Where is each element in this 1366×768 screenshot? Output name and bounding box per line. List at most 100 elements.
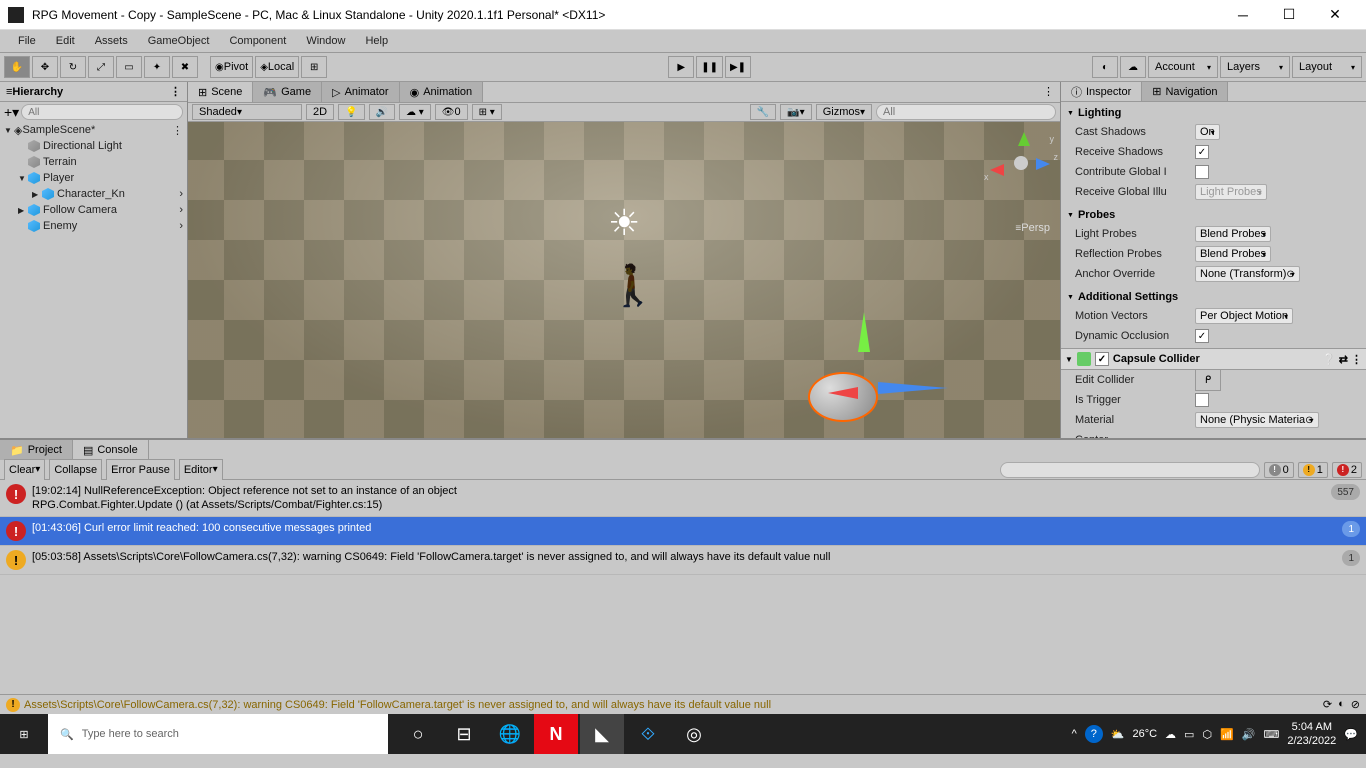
weather-icon[interactable]: ⛅ (1111, 728, 1125, 741)
status-icon[interactable]: ⊘ (1351, 698, 1360, 711)
console-search[interactable] (1000, 462, 1260, 478)
receive-shadows-checkbox[interactable] (1195, 145, 1209, 159)
layers-dropdown[interactable]: Layers (1220, 56, 1290, 78)
weather-temp[interactable]: 26°C (1132, 728, 1157, 740)
hierarchy-item[interactable]: ▶Follow Camera› (0, 202, 187, 218)
vscode-icon[interactable]: ⟐ (626, 714, 670, 754)
netflix-icon[interactable]: N (534, 714, 578, 754)
refl-probes-dropdown[interactable]: Blend Probes (1195, 246, 1271, 262)
hand-tool[interactable]: ✋ (4, 56, 30, 78)
clock[interactable]: 5:04 AM 2/23/2022 (1287, 720, 1336, 748)
orientation-gizmo[interactable]: y x z (990, 132, 1050, 192)
chrome-icon[interactable]: 🌐 (488, 714, 532, 754)
cloud-button[interactable]: ☁ (1120, 56, 1146, 78)
minimize-button[interactable]: ─ (1220, 0, 1266, 30)
account-dropdown[interactable]: Account (1148, 56, 1218, 78)
warn-filter[interactable]: !1 (1298, 462, 1328, 478)
pivot-toggle[interactable]: ◉Pivot (210, 56, 253, 78)
camera-button[interactable]: 📷▾ (780, 104, 811, 120)
clear-button[interactable]: Clear ▾ (4, 459, 45, 481)
fx-toggle[interactable]: ☁ ▾ (399, 104, 431, 120)
hierarchy-search[interactable] (21, 104, 183, 120)
scene-search[interactable] (876, 104, 1056, 120)
menu-file[interactable]: File (8, 33, 46, 49)
wifi-icon[interactable]: 📶 (1220, 728, 1234, 741)
menu-assets[interactable]: Assets (85, 33, 138, 49)
hierarchy-item[interactable]: ▶Character_Kn› (0, 186, 187, 202)
pause-button[interactable]: ❚❚ (696, 56, 723, 78)
grid-toggle[interactable]: ⊞ ▾ (472, 104, 502, 120)
hidden-toggle[interactable]: 👁 0 (435, 104, 468, 120)
step-button[interactable]: ▶❚ (725, 56, 751, 78)
editor-dropdown[interactable]: Editor ▾ (179, 459, 223, 481)
volume-icon[interactable]: 🔊 (1242, 728, 1256, 741)
transform-tool[interactable]: ✦ (144, 56, 170, 78)
tab-inspector[interactable]: ⓘ Inspector (1061, 82, 1142, 101)
cortana-icon[interactable]: ○ (396, 714, 440, 754)
motion-vec-dropdown[interactable]: Per Object Motion (1195, 308, 1293, 324)
collab-button[interactable]: ◐ (1092, 56, 1118, 78)
anchor-dropdown[interactable]: None (Transform) ⊙ (1195, 266, 1300, 282)
audio-toggle[interactable]: 🔊 (369, 104, 395, 120)
rotate-tool[interactable]: ↻ (60, 56, 86, 78)
is-trigger-checkbox[interactable] (1195, 393, 1209, 407)
move-tool[interactable]: ✥ (32, 56, 58, 78)
close-button[interactable]: ✕ (1312, 0, 1358, 30)
battery-icon[interactable]: ▭ (1184, 728, 1194, 741)
tab-animator[interactable]: ▷ Animator (322, 82, 400, 102)
status-icon[interactable]: ⟳ (1323, 698, 1332, 711)
lighting-header[interactable]: Lighting (1061, 104, 1366, 122)
custom-tool[interactable]: ✖ (172, 56, 198, 78)
scale-tool[interactable]: ⤢ (88, 56, 114, 78)
tray-icon[interactable]: ⬡ (1202, 728, 1212, 741)
menu-help[interactable]: Help (355, 33, 398, 49)
hierarchy-item[interactable]: ▼Player (0, 170, 187, 186)
console-item[interactable]: ! [05:03:58] Assets\Scripts\Core\FollowC… (0, 546, 1366, 575)
hierarchy-item[interactable]: Directional Light (0, 138, 187, 154)
info-filter[interactable]: !0 (1264, 462, 1294, 478)
maximize-button[interactable]: ☐ (1266, 0, 1312, 30)
notifications-icon[interactable]: 💬 (1344, 728, 1358, 741)
unity-icon[interactable]: ◣ (580, 714, 624, 754)
panel-menu[interactable]: ⋮ (1037, 82, 1060, 102)
capsule-collider-header[interactable]: ▼Capsule Collider ❔ ⇄ ⋮ (1061, 348, 1366, 370)
create-button[interactable]: +▾ (4, 104, 19, 121)
2d-toggle[interactable]: 2D (306, 104, 334, 120)
layout-dropdown[interactable]: Layout (1292, 56, 1362, 78)
hierarchy-item-scene[interactable]: ▼◈ SampleScene*⋮ (0, 122, 187, 138)
error-filter[interactable]: !2 (1332, 462, 1362, 478)
shading-dropdown[interactable]: Shaded ▾ (192, 104, 302, 120)
local-toggle[interactable]: ◈Local (255, 56, 299, 78)
help-icon[interactable]: ? (1085, 725, 1103, 743)
dyn-occ-checkbox[interactable] (1195, 329, 1209, 343)
rect-tool[interactable]: ▭ (116, 56, 142, 78)
tab-scene[interactable]: ⊞ Scene (188, 82, 253, 102)
taskbar-search[interactable]: 🔍 Type here to search (48, 714, 388, 754)
console-item[interactable]: ! [19:02:14] NullReferenceException: Obj… (0, 480, 1366, 517)
tray-expand-icon[interactable]: ^ (1072, 728, 1077, 740)
collapse-toggle[interactable]: Collapse (49, 459, 102, 481)
app-icon[interactable]: ◎ (672, 714, 716, 754)
status-icon[interactable]: ◐ (1338, 698, 1345, 711)
tab-animation[interactable]: ◉ Animation (400, 82, 484, 102)
console-item[interactable]: ! [01:43:06] Curl error limit reached: 1… (0, 517, 1366, 546)
menu-edit[interactable]: Edit (46, 33, 85, 49)
light-toggle[interactable]: 💡 (338, 104, 364, 120)
tab-game[interactable]: 🎮 Game (253, 82, 322, 102)
tools-button[interactable]: 🔧 (750, 104, 776, 120)
task-view-icon[interactable]: ⊟ (442, 714, 486, 754)
perspective-label[interactable]: ≡Persp (1015, 222, 1050, 234)
menu-gameobject[interactable]: GameObject (138, 33, 220, 49)
gizmos-dropdown[interactable]: Gizmos ▾ (816, 104, 872, 120)
hierarchy-item[interactable]: Enemy› (0, 218, 187, 234)
error-pause-toggle[interactable]: Error Pause (106, 459, 175, 481)
scene-viewport[interactable]: y x z ≡Persp (188, 122, 1060, 438)
hierarchy-item[interactable]: Terrain (0, 154, 187, 170)
snap-button[interactable]: ⊞ (301, 56, 327, 78)
start-button[interactable]: ⊞ (0, 714, 48, 754)
tab-console[interactable]: ▤ Console (73, 440, 149, 460)
tab-navigation[interactable]: ⊞ Navigation (1142, 82, 1228, 101)
cast-shadows-dropdown[interactable]: On (1195, 124, 1220, 140)
light-probes-dropdown[interactable]: Blend Probes (1195, 226, 1271, 242)
physic-material-field[interactable]: None (Physic Materia⊙ (1195, 412, 1319, 428)
